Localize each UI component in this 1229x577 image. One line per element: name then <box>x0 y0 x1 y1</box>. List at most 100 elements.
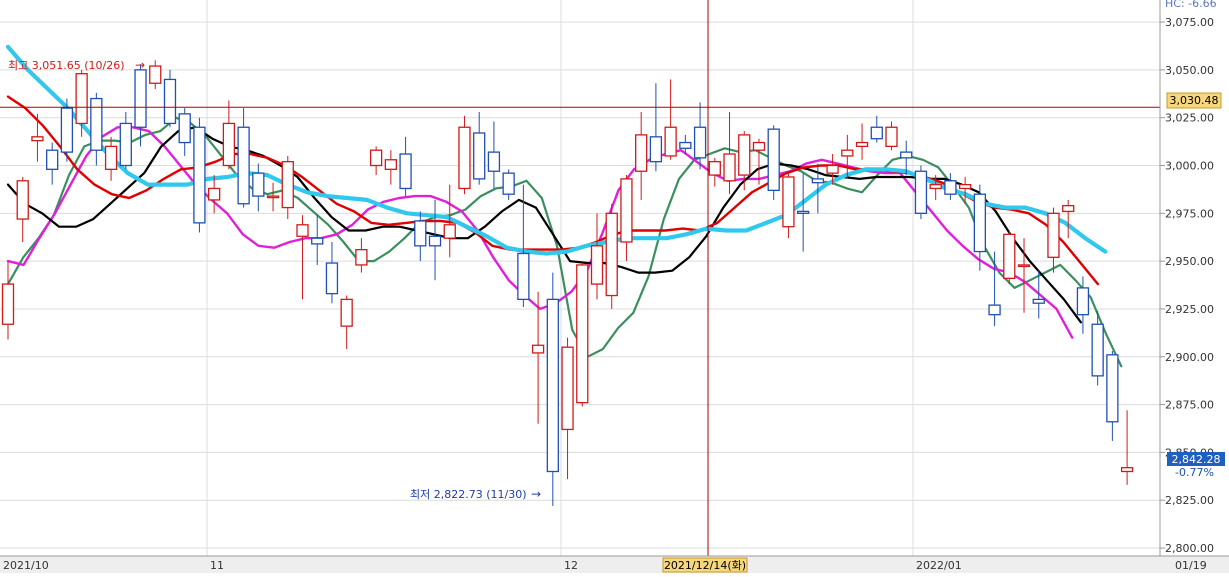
candle-body <box>90 97 103 151</box>
high-annotation: 최고 3,051.65 (10/26) → <box>8 58 145 72</box>
candle <box>502 169 515 200</box>
candle-body <box>428 235 442 247</box>
y-tick-label: 3,075.00 <box>1165 16 1214 29</box>
candle-body <box>870 126 883 140</box>
candle-body <box>149 65 162 84</box>
candle-body <box>841 149 854 157</box>
candle-body <box>502 172 515 195</box>
y-tick-label: 3,000.00 <box>1165 160 1214 173</box>
candle <box>988 251 1001 327</box>
candle-body <box>487 151 501 172</box>
candle <box>1106 351 1119 441</box>
candle <box>399 136 412 197</box>
candle <box>1120 410 1134 485</box>
candle-body <box>473 132 486 180</box>
candle <box>46 142 59 185</box>
candle-body <box>1076 287 1090 316</box>
candle <box>428 199 442 281</box>
candle-body <box>738 134 751 176</box>
candle-body <box>222 122 236 167</box>
candle-body <box>104 145 118 170</box>
candle-body <box>1032 298 1045 304</box>
candle-body <box>576 264 589 404</box>
candle-body <box>193 126 206 224</box>
candle <box>90 92 103 166</box>
candle <box>60 98 74 162</box>
candle-body <box>620 178 633 243</box>
candle <box>252 163 265 212</box>
candle-body <box>944 180 957 195</box>
candle <box>738 131 751 191</box>
candle-body <box>561 346 574 431</box>
candle <box>340 295 353 350</box>
candle <box>958 176 972 204</box>
candle-body <box>635 134 648 172</box>
candle-body <box>325 262 339 295</box>
candle <box>325 242 339 304</box>
chart-canvas[interactable]: 3,075.00 3,050.00 3,025.00 3,000.00 2,975.00… <box>0 0 1229 573</box>
candle-body <box>31 136 44 142</box>
candle-body <box>929 183 942 190</box>
candle-body <box>605 212 618 297</box>
candle-body <box>767 128 780 192</box>
corner-label: HC: -6.66 <box>1165 0 1217 10</box>
candle-body <box>914 170 928 214</box>
candle <box>207 175 221 214</box>
candle <box>281 155 294 220</box>
candle-body <box>237 126 250 205</box>
high-annotation-text: 최고 3,051.65 (10/26) <box>8 59 125 72</box>
candle-body <box>16 180 29 220</box>
candle-body <box>1091 323 1104 377</box>
crosshair-price-badge: 3,030.48 <box>1166 92 1222 109</box>
y-tick-label: 2,800.00 <box>1165 542 1214 555</box>
candle <box>193 117 206 233</box>
crosshair-price-label: 3,030.48 <box>1170 94 1219 107</box>
candle-body <box>1003 233 1016 279</box>
candle <box>561 337 574 480</box>
candle <box>649 83 663 172</box>
candle <box>355 238 368 273</box>
candle <box>296 215 309 300</box>
candle-body <box>546 298 559 473</box>
y-tick-label: 2,925.00 <box>1165 303 1214 316</box>
candle <box>369 146 383 176</box>
candle <box>163 69 177 128</box>
candle-body <box>163 78 177 125</box>
y-tick-label: 3,050.00 <box>1165 64 1214 77</box>
candle <box>1047 207 1060 273</box>
candle-body <box>60 107 74 153</box>
candle-body <box>973 193 986 253</box>
candle-body <box>988 304 1001 316</box>
candle <box>149 60 162 89</box>
low-annotation-arrow: → <box>531 487 541 501</box>
candle-body <box>46 149 59 170</box>
candle <box>914 165 928 220</box>
candle-body <box>752 141 766 151</box>
candle-body <box>826 164 839 174</box>
candle-body <box>1120 467 1134 473</box>
candle-body <box>797 210 810 214</box>
candle <box>104 136 118 181</box>
candle <box>1062 199 1075 239</box>
y-tick-label: 2,825.00 <box>1165 494 1214 507</box>
candle <box>797 173 810 252</box>
candle <box>473 111 486 185</box>
y-tick-label: 2,875.00 <box>1165 399 1214 412</box>
candle <box>767 125 780 200</box>
candle <box>576 263 589 407</box>
candle-body <box>119 122 132 167</box>
x-tick-label: 11 <box>210 559 224 572</box>
candle-body <box>266 195 280 199</box>
candle <box>1003 230 1016 285</box>
candle <box>855 123 869 160</box>
candle-body <box>531 344 545 354</box>
candle <box>605 203 618 309</box>
candles <box>1 60 1134 506</box>
candle-body <box>414 220 427 247</box>
candle <box>664 79 677 160</box>
candle-body <box>134 69 147 128</box>
stock-chart[interactable]: 3,075.00 3,050.00 3,025.00 3,000.00 2,975.00… <box>0 0 1229 573</box>
candle <box>885 121 898 151</box>
ma-line-ma20 <box>6 126 1083 324</box>
candle-body <box>723 153 736 182</box>
